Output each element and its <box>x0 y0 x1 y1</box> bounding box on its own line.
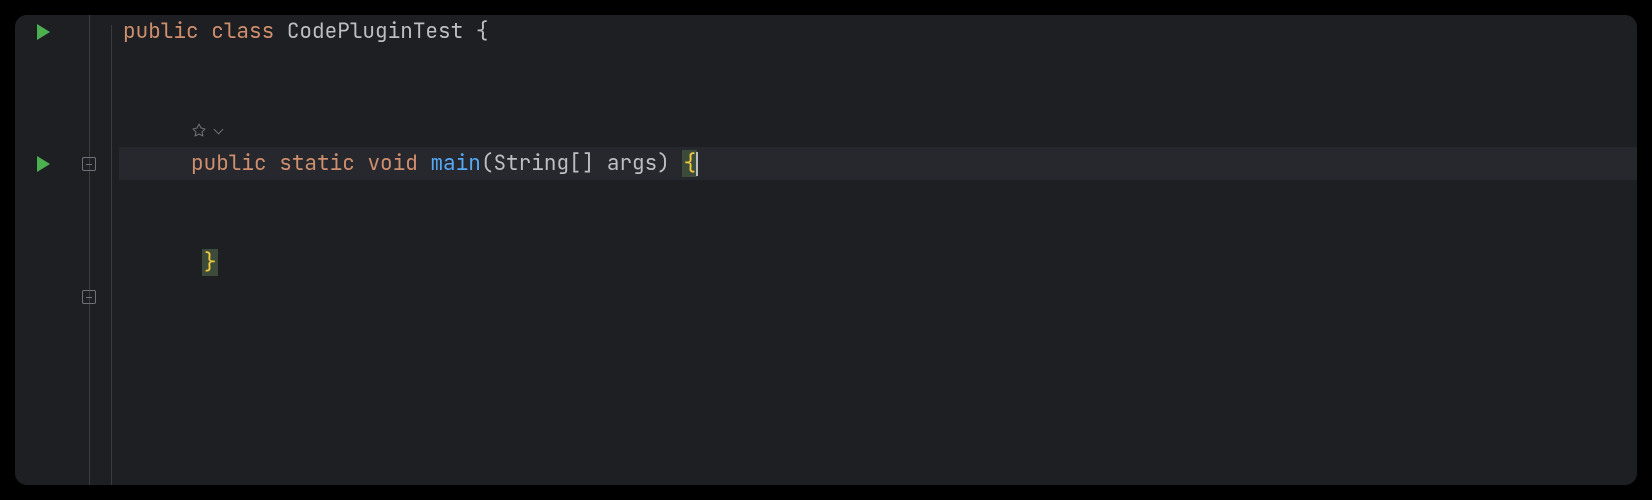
code-text: public static void main(String[] args) { <box>119 150 698 177</box>
gutter-row <box>15 114 79 147</box>
class-name: CodePluginTest <box>287 18 463 45</box>
brace: { <box>476 18 489 45</box>
code-line[interactable] <box>119 48 1637 81</box>
fold-marker-icon[interactable] <box>82 157 96 171</box>
keyword: public <box>123 18 199 45</box>
gutter-row[interactable] <box>15 15 79 48</box>
gutter <box>15 15 79 485</box>
code-line[interactable]: } <box>119 246 1637 279</box>
code-line[interactable]: public class CodePluginTest { <box>119 15 1637 48</box>
keyword: public <box>191 150 267 177</box>
code-text: } <box>119 222 218 303</box>
code-line[interactable] <box>119 180 1637 213</box>
chevron-down-icon <box>213 126 223 136</box>
keyword: class <box>211 18 274 45</box>
brace-matched: { <box>682 150 697 177</box>
keyword: void <box>367 150 417 177</box>
ai-suggestion-hint[interactable] <box>119 123 223 139</box>
brace-matched: } <box>202 249 219 276</box>
gutter-row <box>15 246 79 279</box>
gutter-row <box>15 48 79 81</box>
keyword: static <box>279 150 355 177</box>
indent-guide <box>89 15 90 485</box>
code-line[interactable]: public static void main(String[] args) { <box>119 147 1637 180</box>
run-icon[interactable] <box>37 156 50 172</box>
gutter-row <box>15 213 79 246</box>
fold-column <box>79 15 99 485</box>
code-area[interactable]: public class CodePluginTest { public sta… <box>119 15 1637 485</box>
gutter-row <box>15 180 79 213</box>
text-cursor <box>696 152 698 176</box>
code-line[interactable] <box>119 213 1637 246</box>
code-text: public class CodePluginTest { <box>119 18 488 45</box>
code-line[interactable] <box>119 81 1637 114</box>
run-icon[interactable] <box>37 24 50 40</box>
code-editor[interactable]: public class CodePluginTest { public sta… <box>15 15 1637 485</box>
fold-marker-icon[interactable] <box>82 290 96 304</box>
indent-guide <box>111 25 112 485</box>
params: (String[] args) <box>481 150 670 177</box>
ai-icon <box>191 123 207 139</box>
gutter-row[interactable] <box>15 147 79 180</box>
method-name: main <box>430 150 480 177</box>
code-line[interactable] <box>119 114 1637 147</box>
gutter-row <box>15 81 79 114</box>
indent-guide-column <box>99 15 119 485</box>
